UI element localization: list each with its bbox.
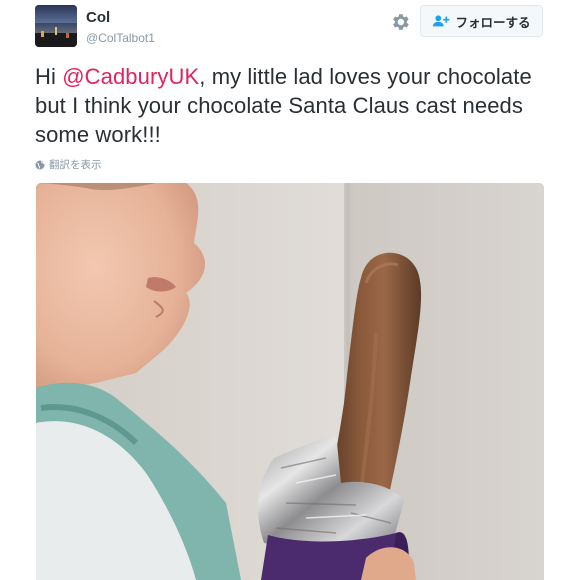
- avatar-sky: [35, 5, 77, 23]
- avatar[interactable]: [35, 5, 77, 47]
- tweet-text-prefix: Hi: [35, 64, 63, 89]
- translate-link[interactable]: 翻訳を表示: [35, 157, 102, 172]
- gear-icon[interactable]: [389, 11, 411, 33]
- tweet-header: Col @ColTalbot1 フォローする: [0, 0, 580, 60]
- avatar-light: [66, 33, 69, 38]
- add-user-icon: [433, 15, 450, 27]
- translate-label: 翻訳を表示: [49, 159, 102, 171]
- tweet-photo-image: [36, 183, 544, 580]
- tweet-text: Hi @CadburyUK, my little lad loves your …: [35, 62, 545, 149]
- user-handle[interactable]: @ColTalbot1: [86, 31, 155, 45]
- gear-icon-svg: [393, 14, 409, 30]
- avatar-light: [41, 31, 44, 37]
- user-name[interactable]: Col: [86, 9, 110, 26]
- follow-button[interactable]: フォローする: [420, 5, 543, 37]
- mention-link[interactable]: @CadburyUK: [62, 64, 199, 89]
- follow-label: フォローする: [455, 15, 531, 30]
- avatar-light: [55, 27, 57, 35]
- globe-icon: [35, 160, 45, 169]
- tweet-photo[interactable]: [36, 183, 544, 580]
